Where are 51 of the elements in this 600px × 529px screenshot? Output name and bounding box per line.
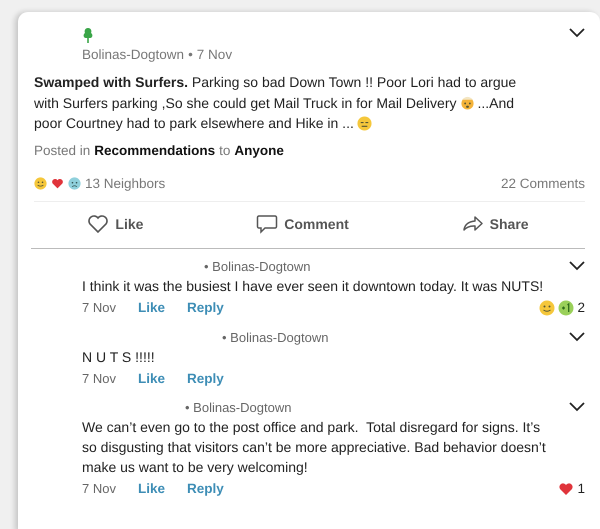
share-arrow-icon xyxy=(462,214,484,234)
heart-outline-icon xyxy=(87,214,110,234)
like-link[interactable]: Like xyxy=(138,300,165,315)
smiley-icon xyxy=(34,176,47,190)
comment-button[interactable]: Comment xyxy=(252,212,353,236)
reaction-count: 2 xyxy=(577,300,585,315)
reply-link[interactable]: Reply xyxy=(186,300,224,315)
reaction-count: 1 xyxy=(577,481,585,496)
like-link[interactable]: Like xyxy=(138,481,165,496)
comment-date: 7 Nov xyxy=(82,370,116,386)
exploding-head-icon xyxy=(460,95,474,110)
chevron-down-icon[interactable] xyxy=(569,332,585,342)
post-date: 7 Nov xyxy=(196,47,232,62)
comment-author: • Bolinas-Dogtown xyxy=(185,400,292,414)
speech-bubble-icon xyxy=(256,214,278,234)
like-button[interactable]: Like xyxy=(83,212,148,236)
chevron-down-icon[interactable] xyxy=(569,402,585,412)
chevron-down-icon[interactable] xyxy=(569,261,585,271)
like-link[interactable]: Like xyxy=(138,370,165,386)
separator-dot: • xyxy=(188,47,193,62)
expressionless-face-icon xyxy=(356,116,372,131)
sad-face-icon xyxy=(68,176,81,190)
comment-count[interactable]: 22 Comments xyxy=(500,176,585,190)
reply-link[interactable]: Reply xyxy=(186,370,224,386)
plus-one-icon xyxy=(558,300,574,316)
smiley-icon xyxy=(539,300,556,316)
comment-text: so disgusting that visitors can’t be more appreciative. Bad behavior doesn’t xyxy=(82,438,547,456)
comment-author: • Bolinas-Dogtown xyxy=(222,330,328,344)
posted-in-label: Posted in xyxy=(34,142,90,158)
tree-icon xyxy=(82,28,94,44)
share-button[interactable]: Share xyxy=(458,212,533,236)
heart-icon xyxy=(558,480,574,496)
audience-link[interactable]: Anyone xyxy=(234,142,284,158)
heart-icon xyxy=(51,176,64,190)
comment-text: make us want to be very welcoming! xyxy=(82,458,309,476)
comment-date: 7 Nov xyxy=(82,481,116,496)
to-label: to xyxy=(219,142,230,158)
comment-text: N U T S !!!!! xyxy=(82,348,156,366)
reaction-count[interactable]: 13 Neighbors xyxy=(85,176,166,190)
post-text: with Surfers parking ,So she could get Mail Truck in for Mail Delivery xyxy=(34,94,456,113)
comment-date: 7 Nov xyxy=(82,300,116,315)
comment-text: I think it was the busiest I have ever seen it downtown today. It was NUTS! xyxy=(82,276,544,296)
comment-text: We can’t even go to the post office and park. Total disregard for signs. It’s xyxy=(82,418,542,436)
chevron-down-icon[interactable] xyxy=(569,28,585,38)
neighborhood-name: Bolinas-Dogtown xyxy=(82,47,184,62)
category-link[interactable]: Recommendations xyxy=(94,142,216,158)
post-text: ...And xyxy=(478,94,514,112)
post-text: poor Courtney had to park elsewhere and Hike in ... xyxy=(34,114,354,133)
post-text: Swamped with Surfers. Parking so bad Down Town !! Poor Lori had to argue xyxy=(34,73,516,92)
comment-author: • Bolinas-Dogtown xyxy=(204,258,310,274)
reply-link[interactable]: Reply xyxy=(186,481,224,496)
